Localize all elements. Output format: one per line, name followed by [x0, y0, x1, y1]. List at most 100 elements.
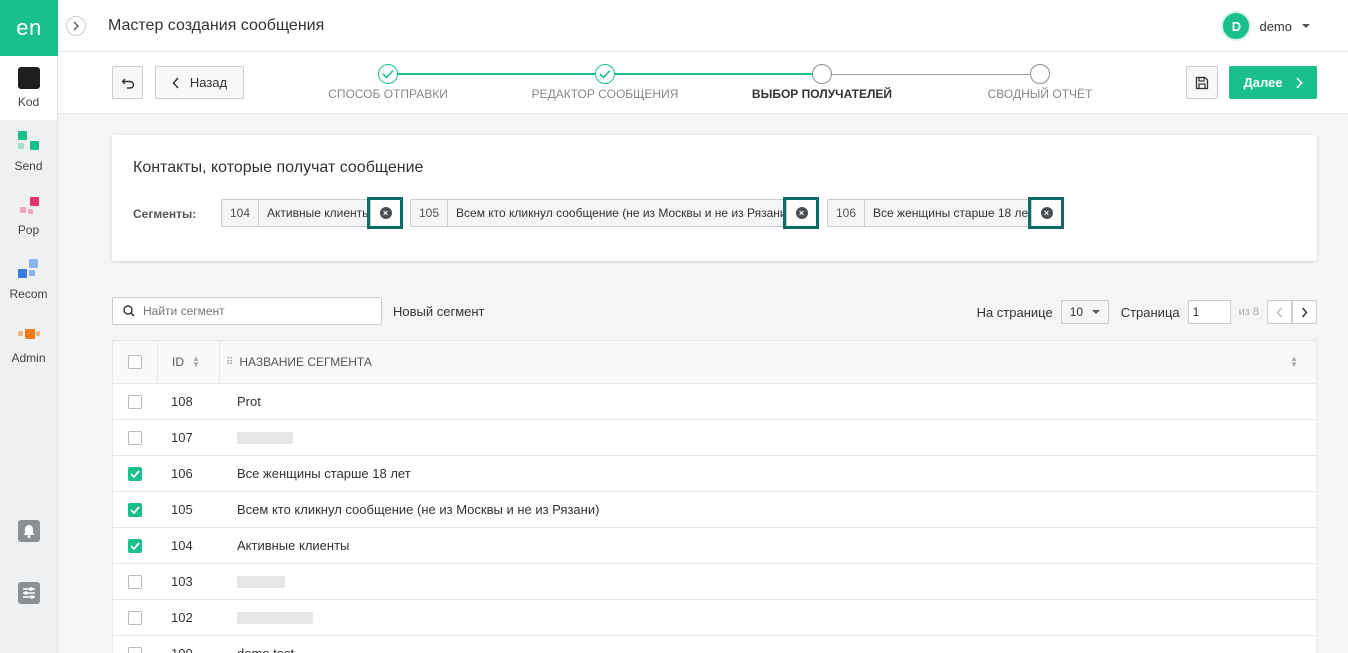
close-icon: ×	[379, 207, 392, 219]
step-label: СПОСОБ ОТПРАВКИ	[328, 87, 448, 101]
table-row[interactable]: 107	[113, 420, 1316, 456]
top-bar: Мастер создания сообщения D demo	[58, 0, 1348, 52]
segment-chip: 104 Активные клиенты ×	[221, 197, 403, 229]
column-id[interactable]: ID ▲ ▼	[157, 341, 219, 383]
remove-chip-button[interactable]: ×	[783, 197, 819, 229]
step-sending-method[interactable]: СПОСОБ ОТПРАВКИ	[308, 64, 468, 101]
chip-name: Все женщины старше 18 лет	[873, 206, 1031, 220]
step-done-icon	[595, 64, 615, 84]
table-row[interactable]: 102	[113, 600, 1316, 636]
chevron-left-icon	[1276, 307, 1283, 317]
row-name: Всем кто кликнул сообщение (не из Москвы…	[237, 502, 600, 517]
prev-page-button[interactable]	[1267, 300, 1292, 324]
caret-down-icon	[1302, 24, 1310, 28]
check-icon	[130, 541, 140, 550]
back-button[interactable]: Назад	[155, 66, 244, 99]
close-icon: ×	[795, 207, 808, 219]
per-page-value: 10	[1069, 305, 1084, 319]
drag-handle-icon[interactable]: ⠿	[226, 357, 233, 368]
redacted-name	[237, 611, 313, 624]
row-name: demo test	[219, 636, 1316, 653]
caret-down-icon	[1091, 310, 1100, 314]
sidebar-toggle-button[interactable]	[66, 16, 86, 36]
row-checkbox[interactable]	[128, 502, 142, 517]
table-header: ID ▲ ▼ ⠿ НАЗВАНИЕ СЕГМЕНТА ▲ ▼	[113, 341, 1316, 384]
row-checkbox[interactable]	[128, 466, 142, 481]
step-summary[interactable]: СВОДНЫЙ ОТЧЁТ	[960, 64, 1120, 101]
sidebar-item-recom[interactable]: Recom	[0, 248, 57, 312]
step-circle-icon	[1030, 64, 1050, 84]
search-input[interactable]	[143, 304, 363, 318]
next-button[interactable]: Далее	[1229, 66, 1317, 99]
segments-label: Сегменты:	[133, 207, 197, 221]
sort-icon: ▲ ▼	[192, 354, 200, 369]
wizard-bar: Назад СПОСОБ ОТПРАВКИ РЕДАКТОР СООБЩЕНИЯ…	[58, 52, 1348, 114]
row-id: 107	[171, 430, 193, 445]
sliders-icon	[18, 582, 40, 604]
select-all-checkbox[interactable]	[128, 355, 142, 369]
column-id-label: ID	[172, 355, 184, 369]
per-page-select[interactable]: 10	[1060, 300, 1109, 324]
chevron-right-icon	[73, 21, 79, 31]
page-input[interactable]: 1	[1187, 300, 1231, 324]
step-recipients[interactable]: ВЫБОР ПОЛУЧАТЕЛЕЙ	[742, 64, 902, 101]
step-message-editor[interactable]: РЕДАКТОР СООБЩЕНИЯ	[525, 64, 685, 101]
send-icon	[17, 131, 40, 153]
row-checkbox[interactable]	[128, 646, 142, 653]
next-page-button[interactable]	[1292, 300, 1317, 324]
per-page-label: На странице	[976, 304, 1053, 320]
sidebar-item-admin[interactable]: Admin	[0, 312, 57, 376]
row-checkbox[interactable]	[128, 610, 142, 625]
table-row[interactable]: 103	[113, 564, 1316, 600]
notifications-button[interactable]	[0, 520, 58, 542]
row-checkbox[interactable]	[128, 394, 142, 409]
back-button-label: Назад	[189, 75, 228, 90]
row-checkbox[interactable]	[128, 574, 142, 589]
pop-icon	[18, 195, 40, 217]
segment-chip: 105 Всем кто кликнул сообщение (не из Мо…	[410, 197, 819, 229]
sidebar-item-pop[interactable]: Pop	[0, 184, 57, 248]
sidebar-item-label: Send	[14, 159, 43, 173]
app-logo[interactable]: en	[0, 0, 58, 56]
step-done-icon	[378, 64, 398, 84]
redacted-name	[237, 575, 285, 588]
chevron-right-icon	[1301, 307, 1308, 317]
table-row[interactable]: 100 demo test	[113, 636, 1316, 653]
row-id: 105	[171, 502, 193, 517]
table-row[interactable]: 106 Все женщины старше 18 лет	[113, 456, 1316, 492]
new-segment-link[interactable]: Новый сегмент	[393, 304, 485, 319]
save-button[interactable]	[1186, 66, 1218, 99]
recom-icon	[17, 259, 40, 281]
undo-button[interactable]	[112, 66, 143, 99]
close-icon: ×	[1040, 207, 1053, 219]
table-row[interactable]: 105 Всем кто кликнул сообщение (не из Мо…	[113, 492, 1316, 528]
row-id: 104	[171, 538, 193, 553]
row-checkbox[interactable]	[128, 430, 142, 445]
sidebar-item-kod[interactable]: Kod	[0, 56, 57, 120]
sidebar-item-label: Pop	[17, 223, 40, 237]
segments-table: ID ▲ ▼ ⠿ НАЗВАНИЕ СЕГМЕНТА ▲ ▼ 108 Prot 10…	[112, 340, 1317, 653]
remove-chip-button[interactable]: ×	[367, 197, 403, 229]
card-title: Контакты, которые получат сообщение	[133, 159, 424, 176]
next-button-label: Далее	[1243, 75, 1283, 90]
row-checkbox[interactable]	[128, 538, 142, 553]
user-menu[interactable]: D demo	[1223, 13, 1310, 39]
bell-icon	[18, 520, 40, 542]
column-name[interactable]: ⠿ НАЗВАНИЕ СЕГМЕНТА ▲ ▼	[219, 341, 1316, 383]
table-row[interactable]: 104 Активные клиенты	[113, 528, 1316, 564]
page-count: из 8	[1238, 306, 1259, 318]
segment-chip: 106 Все женщины старше 18 лет ×	[827, 197, 1064, 229]
chevron-right-icon	[1295, 76, 1303, 89]
page-label: Страница	[1120, 304, 1180, 320]
sidebar-item-send[interactable]: Send	[0, 120, 57, 184]
step-label: РЕДАКТОР СООБЩЕНИЯ	[531, 87, 679, 101]
row-id: 100	[157, 636, 219, 653]
row-name: Все женщины старше 18 лет	[237, 466, 411, 481]
redacted-name	[237, 431, 293, 444]
remove-chip-button[interactable]: ×	[1028, 197, 1064, 229]
row-name: Активные клиенты	[237, 538, 350, 553]
settings-button[interactable]	[0, 582, 58, 604]
table-row[interactable]: 108 Prot	[113, 384, 1316, 420]
row-name: Prot	[237, 394, 261, 409]
check-icon	[130, 505, 140, 514]
